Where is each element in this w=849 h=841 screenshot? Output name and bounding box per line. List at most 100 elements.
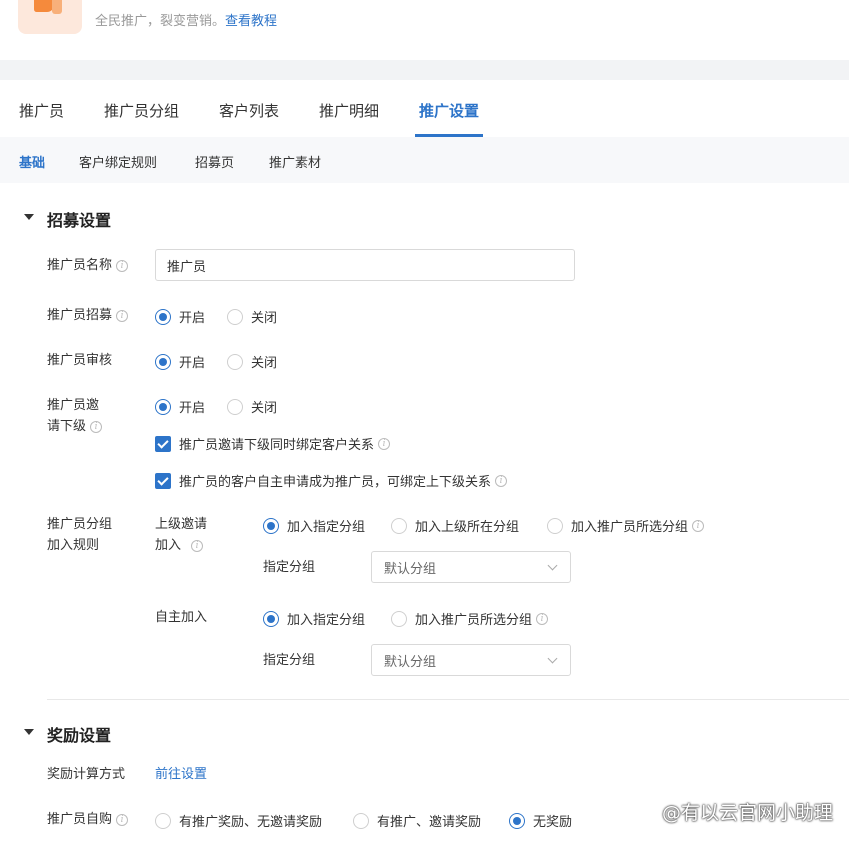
recruit-on-radio[interactable]: 开启	[155, 307, 205, 326]
promoter-name-label: 推广员名称 i	[47, 255, 129, 276]
promoter-name-label-text: 推广员名称	[47, 258, 113, 273]
tab-promoters[interactable]: 推广员	[19, 100, 64, 121]
self-promoter-group-radio[interactable]: 加入推广员所选分组 i	[391, 609, 549, 628]
recruit-off-label: 关闭	[251, 311, 278, 326]
page-header: 全民推广，裂变营销。查看教程	[0, 0, 849, 60]
promoter-name-input[interactable]: 推广员	[155, 249, 575, 281]
invite-label-line2: 请下级 i	[47, 416, 103, 437]
radio-dot	[227, 353, 243, 370]
info-icon[interactable]: i	[116, 310, 129, 322]
bind-customer-checkbox[interactable]: 推广员邀请下级同时绑定客户关系 i	[155, 434, 391, 453]
invite-off-label: 关闭	[251, 401, 278, 416]
chevron-down-icon	[547, 653, 558, 664]
self-promoter-group-label: 加入推广员所选分组	[415, 613, 533, 628]
invite-off-radio[interactable]: 关闭	[227, 397, 277, 416]
header-description: 全民推广，裂变营销。查看教程	[95, 10, 277, 29]
self-apply-label: 推广员的客户自主申请成为推广员，可绑定上下级关系	[179, 475, 492, 490]
checkmark-icon	[155, 435, 171, 452]
self-buy-opt2-radio[interactable]: 有推广、邀请奖励	[353, 811, 481, 830]
group-rule-label-line2: 加入规则	[47, 538, 100, 553]
review-on-label: 开启	[179, 356, 206, 371]
radio-dot	[547, 517, 563, 534]
checkmark-icon	[155, 472, 171, 489]
review-off-radio[interactable]: 关闭	[227, 352, 277, 371]
upper-assign-group-label: 加入指定分组	[287, 520, 366, 535]
radio-dot	[391, 610, 407, 627]
info-icon[interactable]: i	[495, 474, 508, 487]
subtab-materials[interactable]: 推广素材	[269, 152, 321, 171]
self-buy-label: 推广员自购 i	[47, 809, 129, 830]
info-icon[interactable]: i	[116, 814, 129, 826]
radio-dot	[227, 398, 243, 415]
recruit-section-title: 招募设置	[47, 211, 112, 230]
invite-on-label: 开启	[179, 401, 206, 416]
upper-assign-group-radio[interactable]: 加入指定分组	[263, 516, 365, 535]
tutorial-link[interactable]: 查看教程	[225, 14, 277, 29]
bind-customer-label: 推广员邀请下级同时绑定客户关系	[179, 438, 375, 453]
self-assign-group-value: 默认分组	[384, 654, 437, 670]
upper-invite-label-line1: 上级邀请	[155, 517, 208, 532]
self-join-label: 自主加入	[155, 610, 208, 625]
upper-invite-label-line2-text: 加入	[155, 538, 182, 553]
upper-invite-label-line2: 加入 i	[155, 535, 204, 556]
subtab-basic[interactable]: 基础	[19, 152, 45, 171]
recruit-on-label: 开启	[179, 311, 206, 326]
promoter-recruit-label: 推广员招募 i	[47, 305, 129, 326]
upper-assign-group-select[interactable]: 默认分组	[371, 551, 571, 583]
promoter-name-value: 推广员	[167, 259, 207, 275]
caret-down-icon[interactable]	[24, 729, 34, 735]
info-icon[interactable]: i	[116, 260, 129, 272]
self-assign-group-radio[interactable]: 加入指定分组	[263, 609, 365, 628]
chevron-down-icon	[547, 560, 558, 571]
self-buy-opt2-label: 有推广、邀请奖励	[377, 815, 482, 830]
upper-promoter-group-radio[interactable]: 加入推广员所选分组 i	[547, 516, 705, 535]
caret-down-icon[interactable]	[24, 214, 34, 220]
self-buy-opt1-radio[interactable]: 有推广奖励、无邀请奖励	[155, 811, 322, 830]
assign-group-label-2: 指定分组	[263, 653, 316, 668]
self-buy-opt1-label: 有推广奖励、无邀请奖励	[179, 815, 323, 830]
reward-section-title: 奖励设置	[47, 726, 112, 745]
self-buy-opt3-label: 无奖励	[533, 815, 573, 830]
section-divider	[47, 699, 849, 700]
self-buy-opt3-radio[interactable]: 无奖励	[509, 811, 572, 830]
upper-group-radio[interactable]: 加入上级所在分组	[391, 516, 519, 535]
subtab-recruit-page[interactable]: 招募页	[195, 152, 234, 171]
recruit-off-radio[interactable]: 关闭	[227, 307, 277, 326]
info-icon[interactable]: i	[90, 421, 103, 433]
tab-promotion-details[interactable]: 推广明细	[319, 100, 379, 121]
info-icon[interactable]: i	[692, 519, 705, 532]
radio-dot	[155, 353, 171, 370]
upper-promoter-group-label: 加入推广员所选分组	[571, 520, 689, 535]
radio-dot	[263, 610, 279, 627]
watermark: @有以云官网小助理	[661, 802, 833, 824]
header-description-text: 全民推广，裂变营销。	[95, 14, 226, 29]
promoter-recruit-label-text: 推广员招募	[47, 308, 113, 323]
review-off-label: 关闭	[251, 356, 278, 371]
tab-customer-list[interactable]: 客户列表	[219, 100, 279, 121]
radio-dot	[155, 308, 171, 325]
invite-on-radio[interactable]: 开启	[155, 397, 205, 416]
tab-promoter-groups[interactable]: 推广员分组	[104, 100, 179, 121]
info-icon[interactable]: i	[536, 612, 549, 625]
radio-dot	[391, 517, 407, 534]
self-apply-checkbox[interactable]: 推广员的客户自主申请成为推广员，可绑定上下级关系 i	[155, 471, 508, 490]
info-icon[interactable]: i	[378, 437, 391, 450]
tab-promotion-settings[interactable]: 推广设置	[419, 100, 479, 121]
self-assign-group-select[interactable]: 默认分组	[371, 644, 571, 676]
invite-label-line1: 推广员邀	[47, 398, 100, 413]
info-icon[interactable]: i	[191, 540, 204, 552]
promoter-review-label: 推广员审核	[47, 353, 113, 368]
review-on-radio[interactable]: 开启	[155, 352, 205, 371]
megaphone-icon	[18, 0, 82, 34]
radio-dot	[155, 812, 171, 829]
reward-calc-link[interactable]: 前往设置	[155, 764, 207, 785]
radio-dot	[263, 517, 279, 534]
self-assign-group-label: 加入指定分组	[287, 613, 366, 628]
radio-dot	[353, 812, 369, 829]
upper-assign-group-value: 默认分组	[384, 561, 437, 577]
assign-group-label: 指定分组	[263, 560, 316, 575]
radio-dot	[155, 398, 171, 415]
main-tabs: 推广员 推广员分组 客户列表 推广明细 推广设置	[0, 80, 849, 137]
subtab-binding-rules[interactable]: 客户绑定规则	[79, 152, 157, 171]
reward-calc-label: 奖励计算方式	[47, 767, 126, 782]
